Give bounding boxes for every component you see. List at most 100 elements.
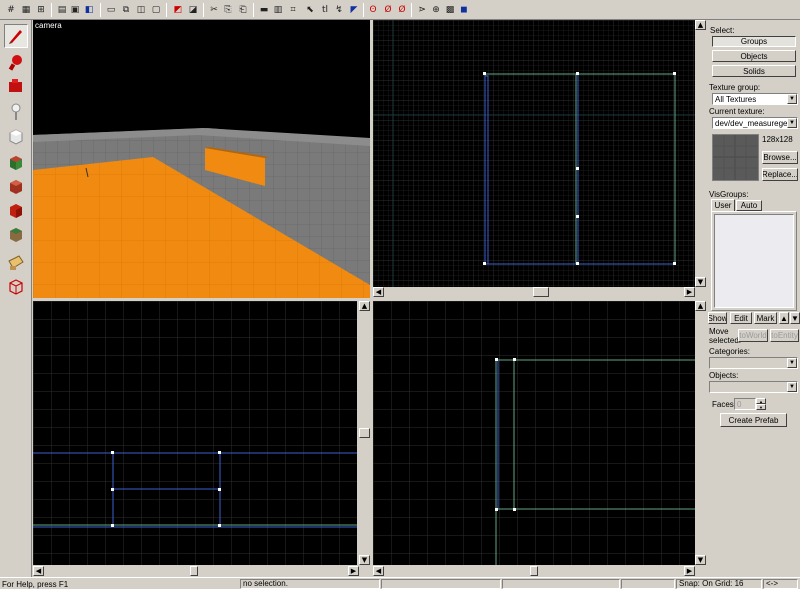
status-pane-blank-3 (621, 579, 675, 589)
select-objects-button[interactable]: Objects (712, 50, 796, 62)
move-up-icon[interactable]: ▲ (779, 312, 789, 324)
scroll-right-icon[interactable]: ▶ (684, 287, 695, 297)
overlay-tool-icon[interactable] (4, 222, 28, 246)
scroll-down-icon[interactable]: ▼ (695, 555, 706, 565)
faces-input[interactable]: 0 (734, 398, 756, 410)
show-button[interactable]: Show (708, 312, 727, 324)
front-view-hscrollbar[interactable]: ◀ ▶ (33, 566, 359, 576)
top-view-hscrollbar[interactable]: ◀ ▶ (373, 287, 695, 297)
scroll-up-icon[interactable]: ▲ (359, 301, 370, 311)
grid-icon[interactable]: # (4, 3, 18, 17)
select-groups-button[interactable]: Groups (712, 36, 796, 47)
camera-icon[interactable]: ʘ (366, 3, 380, 17)
texture-app-icon[interactable]: ▩ (443, 3, 457, 17)
visgroups-list[interactable] (714, 214, 794, 308)
grid-dense-icon[interactable]: ▦ (19, 3, 33, 17)
scroll-down-icon[interactable]: ▼ (695, 277, 706, 287)
hide-icon[interactable]: ◫ (134, 3, 148, 17)
cut-icon[interactable]: ◩ (171, 3, 185, 17)
texture-group-value: All Textures (715, 95, 757, 104)
vertex-icon[interactable]: ▥ (271, 3, 285, 17)
chevron-down-icon[interactable]: ▼ (787, 118, 797, 128)
decal-tool-icon[interactable] (4, 198, 28, 222)
copy-icon[interactable]: ◪ (186, 3, 200, 17)
light-icon[interactable]: ⋗ (415, 3, 429, 17)
scroll-up-icon[interactable]: ▲ (695, 301, 706, 311)
select-solids-button[interactable]: Solids (712, 65, 796, 77)
arrows-status: <-> (763, 579, 798, 589)
side-view-hscrollbar[interactable]: ◀ ▶ (373, 566, 695, 576)
grid-toggle-icon[interactable]: ⊞ (34, 3, 48, 17)
mark-button[interactable]: Mark (754, 312, 777, 324)
texture-group-select[interactable]: All Textures ▼ (712, 93, 798, 105)
front-view-vscrollbar[interactable]: ▲ ▼ (359, 301, 370, 565)
move-selected-label-2: selected: (709, 336, 742, 345)
to-entity-button[interactable]: toEntity (770, 329, 799, 342)
face-icon[interactable]: ⬉ (303, 3, 317, 17)
scroll-thumb[interactable] (359, 428, 370, 438)
selection-tool-icon[interactable] (4, 24, 28, 48)
status-pane-blank-1 (381, 579, 501, 589)
chevron-down-icon[interactable]: ▼ (787, 94, 797, 104)
terrain-icon[interactable]: ◼ (457, 3, 471, 17)
move-down-icon[interactable]: ▼ (790, 312, 800, 324)
scroll-right-icon[interactable]: ▶ (348, 566, 359, 576)
camera-viewport[interactable]: camera (33, 20, 370, 298)
camera-tool-icon[interactable] (4, 74, 28, 98)
apply-texture-icon[interactable] (4, 174, 28, 198)
load-icon[interactable]: ▤ (55, 3, 69, 17)
browse-button[interactable]: Browse... (762, 151, 798, 164)
categories-select[interactable]: ▼ (709, 357, 798, 369)
overlay-icon[interactable]: Ø (381, 3, 395, 17)
scroll-left-icon[interactable]: ◀ (33, 566, 44, 576)
create-prefab-button[interactable]: Create Prefab (720, 413, 787, 427)
to-world-button[interactable]: toWorld (738, 329, 768, 342)
scroll-left-icon[interactable]: ◀ (373, 287, 384, 297)
clipping-tool-icon[interactable] (4, 250, 28, 274)
front-view-viewport[interactable] (33, 301, 357, 565)
magnify-tool-icon[interactable] (4, 50, 28, 74)
current-texture-select[interactable]: dev/dev_measuregene ▼ (712, 117, 798, 129)
ungroup-icon[interactable]: ⧉ (119, 3, 133, 17)
tab-auto[interactable]: Auto (736, 200, 762, 211)
side-view-viewport[interactable] (373, 301, 695, 565)
chevron-down-icon[interactable]: ▼ (787, 358, 797, 368)
save-icon[interactable]: ▣ (68, 3, 82, 17)
scroll-thumb[interactable] (530, 566, 538, 576)
scroll-right-icon[interactable]: ▶ (684, 566, 695, 576)
faces-spinner[interactable]: ▲ ▼ (756, 398, 766, 410)
texture-tool-icon[interactable] (4, 150, 28, 174)
toggle-icon[interactable]: ▬ (257, 3, 271, 17)
spin-down-icon[interactable]: ▼ (756, 404, 766, 410)
replace-button[interactable]: Replace... (762, 168, 798, 181)
group-icon[interactable]: ▭ (104, 3, 118, 17)
vertex-tool-icon[interactable] (4, 274, 28, 298)
tab-user[interactable]: User (711, 199, 735, 211)
objects-select[interactable]: ▼ (709, 381, 798, 393)
entity-icon[interactable]: ◤ (347, 3, 361, 17)
side-view-vscrollbar[interactable]: ▲ ▼ (695, 301, 706, 565)
edit-button[interactable]: Edit (730, 312, 752, 324)
scroll-thumb[interactable] (533, 287, 549, 297)
top-view-viewport[interactable] (373, 20, 695, 287)
scroll-down-icon[interactable]: ▼ (359, 555, 370, 565)
scroll-left-icon[interactable]: ◀ (373, 566, 384, 576)
select-icon[interactable]: ⎗ (236, 3, 250, 17)
top-view-vscrollbar[interactable]: ▲ ▼ (695, 20, 706, 287)
block-tool-icon[interactable] (4, 124, 28, 148)
entity-tool-icon[interactable] (4, 100, 28, 124)
selection-status: no selection. (240, 579, 380, 589)
decal-icon[interactable]: Ø (395, 3, 409, 17)
crosshair-icon[interactable]: ⊕ (429, 3, 443, 17)
carve-icon[interactable]: ◧ (82, 3, 96, 17)
chevron-down-icon[interactable]: ▼ (787, 382, 797, 392)
clip-icon[interactable]: ⌗ (286, 3, 300, 17)
open-icon[interactable]: tl (318, 3, 332, 17)
run-map-icon[interactable]: ↯ (332, 3, 346, 17)
cordon-icon[interactable]: ▢ (149, 3, 163, 17)
texture-lock-icon[interactable]: ⎘ (221, 3, 235, 17)
paste-icon[interactable]: ✂ (207, 3, 221, 17)
scroll-up-icon[interactable]: ▲ (695, 20, 706, 30)
scroll-thumb[interactable] (190, 566, 198, 576)
object-properties-panel: Select: Groups Objects Solids Texture gr… (706, 20, 800, 577)
